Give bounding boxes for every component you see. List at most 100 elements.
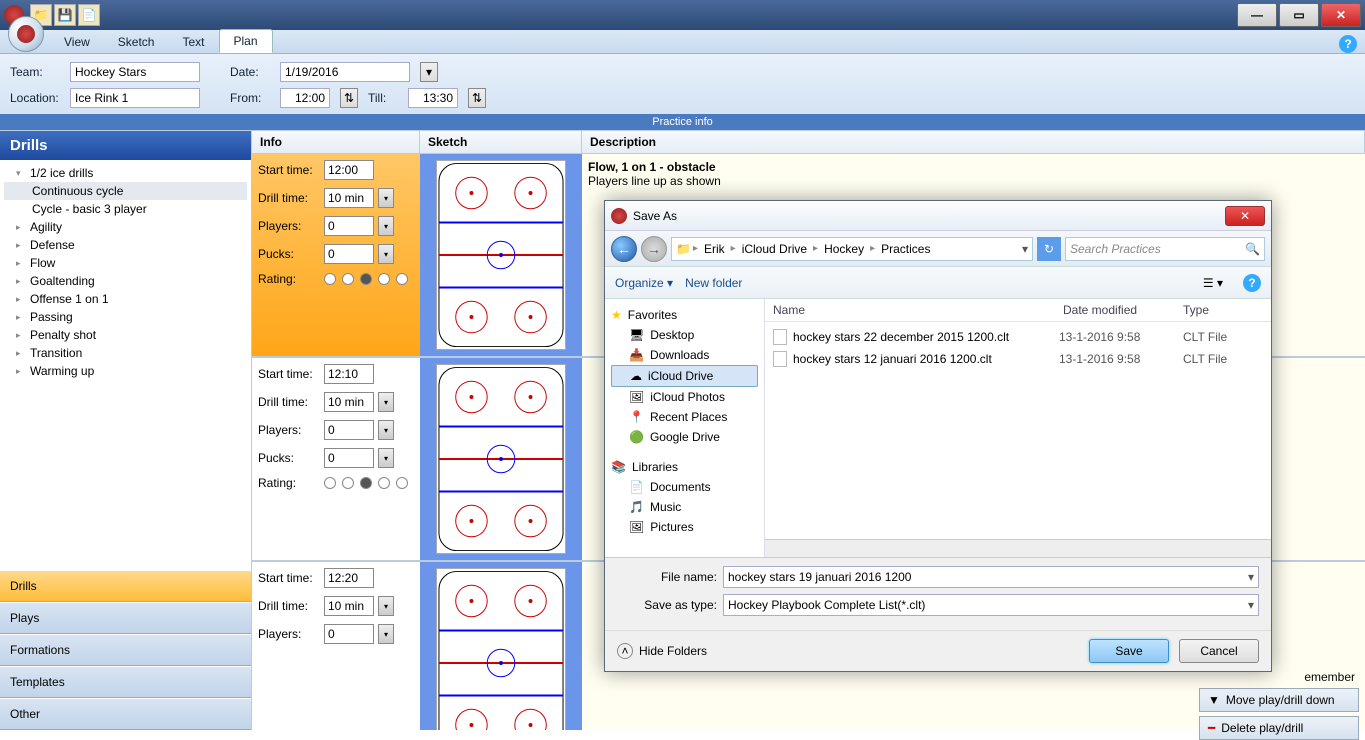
delete-button[interactable]: ━Delete play/drill: [1199, 716, 1359, 740]
tree-node[interactable]: ▸Agility: [4, 218, 247, 236]
players-input[interactable]: [324, 216, 374, 236]
start-input[interactable]: [324, 568, 374, 588]
maximize-button[interactable]: ▭: [1279, 3, 1319, 27]
savetype-dropdown-icon[interactable]: ▾: [1248, 598, 1254, 612]
date-input[interactable]: [280, 62, 410, 82]
tab-plan[interactable]: Plan: [219, 29, 273, 53]
team-input[interactable]: [70, 62, 200, 82]
tree-node[interactable]: ▸Transition: [4, 344, 247, 362]
pucks-input[interactable]: [324, 448, 374, 468]
savetype-input[interactable]: Hockey Playbook Complete List(*.clt)▾: [723, 594, 1259, 616]
rating-dots[interactable]: [324, 273, 408, 285]
drill-dropdown-icon[interactable]: ▾: [378, 596, 394, 616]
file-list[interactable]: hockey stars 22 december 2015 1200.clt13…: [765, 322, 1271, 539]
move-down-button[interactable]: ▼Move play/drill down: [1199, 688, 1359, 712]
filename-input[interactable]: hockey stars 19 januari 2016 1200▾: [723, 566, 1259, 588]
file-header-name[interactable]: Name: [773, 303, 1063, 317]
new-folder-button[interactable]: New folder: [685, 276, 742, 290]
nav-drills[interactable]: Drills: [0, 570, 251, 602]
tree-child[interactable]: Cycle - basic 3 player: [4, 200, 247, 218]
drill-input[interactable]: [324, 392, 374, 412]
minimize-button[interactable]: —: [1237, 3, 1277, 27]
nav-other[interactable]: Other: [0, 698, 251, 730]
dialog-help-icon[interactable]: ?: [1243, 274, 1261, 292]
quick-new-icon[interactable]: 📄: [78, 4, 100, 26]
nav-plays[interactable]: Plays: [0, 602, 251, 634]
filename-dropdown-icon[interactable]: ▾: [1248, 570, 1254, 584]
nav-item[interactable]: 🟢Google Drive: [611, 427, 758, 447]
nav-templates[interactable]: Templates: [0, 666, 251, 698]
nav-item[interactable]: 📄Documents: [611, 477, 758, 497]
sketch-cell[interactable]: [420, 358, 582, 560]
breadcrumb-bar[interactable]: 📁 ▸ Erik▸ iCloud Drive▸ Hockey▸ Practice…: [671, 237, 1033, 261]
players-input[interactable]: [324, 624, 374, 644]
nav-forward-button[interactable]: →: [641, 236, 667, 262]
help-icon[interactable]: ?: [1339, 35, 1357, 53]
tree-node[interactable]: ▸Offense 1 on 1: [4, 290, 247, 308]
nav-item[interactable]: 🎵Music: [611, 497, 758, 517]
drill-input[interactable]: [324, 188, 374, 208]
from-spinner-icon[interactable]: ⇅: [340, 88, 358, 108]
cancel-button[interactable]: Cancel: [1179, 639, 1259, 663]
tree-node[interactable]: ▸Goaltending: [4, 272, 247, 290]
crumb-2[interactable]: Hockey: [820, 242, 868, 256]
nav-formations[interactable]: Formations: [0, 634, 251, 666]
pucks-dropdown-icon[interactable]: ▾: [378, 244, 394, 264]
from-input[interactable]: [280, 88, 330, 108]
crumb-3[interactable]: Practices: [877, 242, 934, 256]
tab-view[interactable]: View: [50, 31, 104, 53]
location-input[interactable]: [70, 88, 200, 108]
drill-tree[interactable]: ▾1/2 ice drillsContinuous cycleCycle - b…: [0, 160, 251, 570]
till-input[interactable]: [408, 88, 458, 108]
tree-node[interactable]: ▸Penalty shot: [4, 326, 247, 344]
start-input[interactable]: [324, 364, 374, 384]
tree-node[interactable]: ▸Warming up: [4, 362, 247, 380]
file-row[interactable]: hockey stars 22 december 2015 1200.clt13…: [773, 326, 1263, 348]
rating-dots[interactable]: [324, 477, 408, 489]
pucks-dropdown-icon[interactable]: ▾: [378, 448, 394, 468]
nav-item[interactable]: 🖼iCloud Photos: [611, 387, 758, 407]
till-spinner-icon[interactable]: ⇅: [468, 88, 486, 108]
drill-dropdown-icon[interactable]: ▾: [378, 392, 394, 412]
organize-button[interactable]: Organize ▾: [615, 276, 673, 290]
date-dropdown-icon[interactable]: ▾: [420, 62, 438, 82]
nav-item[interactable]: 📥Downloads: [611, 345, 758, 365]
hide-folders-button[interactable]: ˄Hide Folders: [617, 643, 707, 659]
save-button[interactable]: Save: [1089, 639, 1169, 663]
players-dropdown-icon[interactable]: ▾: [378, 624, 394, 644]
search-input[interactable]: Search Practices 🔍: [1065, 237, 1265, 261]
close-button[interactable]: ✕: [1321, 3, 1361, 27]
view-options-button[interactable]: ☰ ▾: [1203, 276, 1223, 290]
tab-sketch[interactable]: Sketch: [104, 31, 169, 53]
tree-node[interactable]: ▸Defense: [4, 236, 247, 254]
app-menu-button[interactable]: [8, 16, 44, 52]
drill-input[interactable]: [324, 596, 374, 616]
drill-dropdown-icon[interactable]: ▾: [378, 188, 394, 208]
tree-node[interactable]: ▾1/2 ice drills: [4, 164, 247, 182]
crumb-1[interactable]: iCloud Drive: [738, 242, 811, 256]
tree-child[interactable]: Continuous cycle: [4, 182, 247, 200]
refresh-button[interactable]: ↻: [1037, 237, 1061, 261]
players-dropdown-icon[interactable]: ▾: [378, 216, 394, 236]
nav-back-button[interactable]: ←: [611, 236, 637, 262]
crumb-0[interactable]: Erik: [700, 242, 729, 256]
quick-save-icon[interactable]: 💾: [54, 4, 76, 26]
tree-node[interactable]: ▸Flow: [4, 254, 247, 272]
nav-item[interactable]: 📍Recent Places: [611, 407, 758, 427]
sketch-cell[interactable]: [420, 562, 582, 730]
file-row[interactable]: hockey stars 12 januari 2016 1200.clt13-…: [773, 348, 1263, 370]
file-header-date[interactable]: Date modified: [1063, 303, 1183, 317]
dialog-close-button[interactable]: ✕: [1225, 206, 1265, 226]
pucks-input[interactable]: [324, 244, 374, 264]
dialog-nav-tree[interactable]: ★Favorites 🖥Desktop📥Downloads☁iCloud Dri…: [605, 299, 765, 557]
sketch-cell[interactable]: [420, 154, 582, 356]
nav-item[interactable]: ☁iCloud Drive: [611, 365, 758, 387]
players-input[interactable]: [324, 420, 374, 440]
tab-text[interactable]: Text: [168, 31, 218, 53]
start-input[interactable]: [324, 160, 374, 180]
crumb-dropdown-icon[interactable]: ▾: [1022, 242, 1028, 256]
nav-item[interactable]: 🖼Pictures: [611, 517, 758, 537]
players-dropdown-icon[interactable]: ▾: [378, 420, 394, 440]
horizontal-scrollbar[interactable]: [765, 539, 1271, 557]
tree-node[interactable]: ▸Passing: [4, 308, 247, 326]
